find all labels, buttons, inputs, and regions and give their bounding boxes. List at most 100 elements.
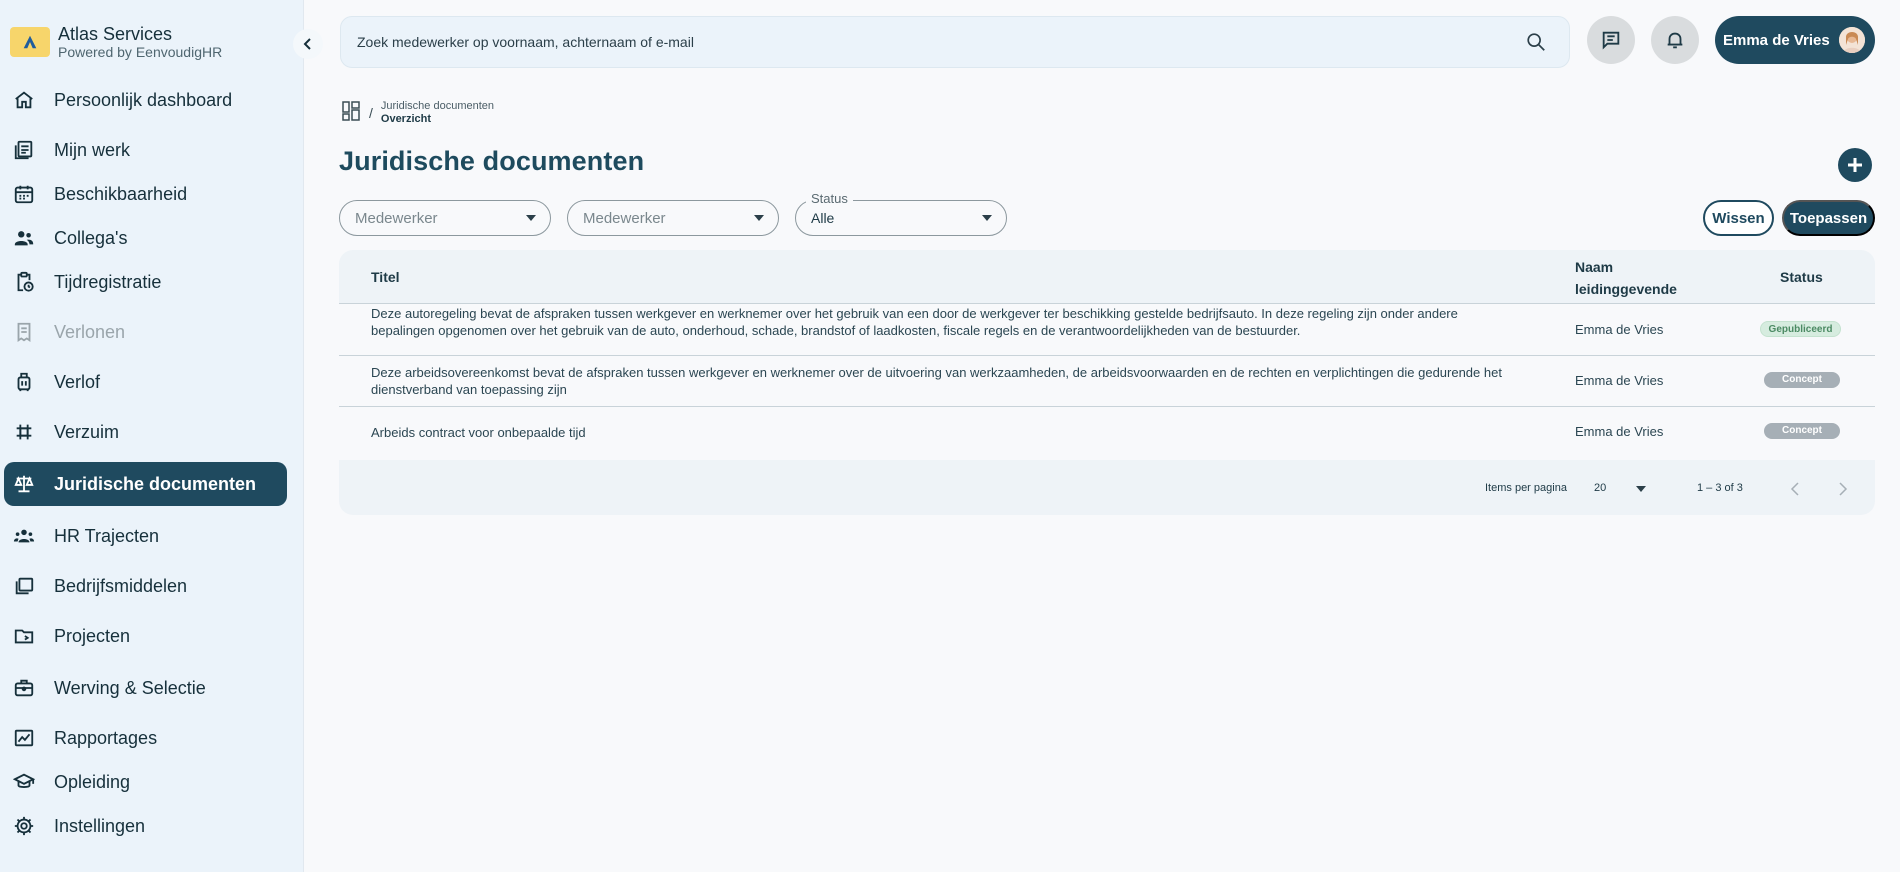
caret-down-icon xyxy=(526,215,536,221)
sidebar-item-dashboard[interactable]: Persoonlijk dashboard xyxy=(4,78,287,122)
chat-icon xyxy=(1602,31,1620,50)
sidebar-item-instellingen[interactable]: Instellingen xyxy=(4,804,287,848)
brand-subtitle: Powered by EenvoudigHR xyxy=(58,44,223,60)
page-size-select[interactable]: 20 xyxy=(1594,482,1606,494)
caret-down-icon xyxy=(754,215,764,221)
sidebar-item-hr-trajecten[interactable]: HR Trajecten xyxy=(4,514,287,558)
folder-icon xyxy=(12,624,36,648)
column-header-title[interactable]: Titel xyxy=(371,269,400,285)
row-leader: Emma de Vries xyxy=(1575,424,1664,439)
chevron-left-icon xyxy=(303,38,311,50)
calendar-icon xyxy=(12,182,36,206)
clear-filters-button[interactable]: Wissen xyxy=(1703,200,1774,236)
sidebar-item-label: Mijn werk xyxy=(54,139,131,160)
page-range: 1 – 3 of 3 xyxy=(1697,482,1743,494)
brand-logo-icon xyxy=(10,27,50,57)
user-menu-button[interactable]: Emma de Vries xyxy=(1715,16,1875,64)
table-row[interactable]: Arbeids contract voor onbepaalde tijd Em… xyxy=(339,407,1875,460)
sidebar: Atlas Services Powered by EenvoudigHR Pe… xyxy=(0,0,304,872)
sidebar-item-label: Werving & Selectie xyxy=(54,677,206,698)
sidebar-item-label: Persoonlijk dashboard xyxy=(54,89,233,110)
dashboard-grid-icon[interactable] xyxy=(342,100,360,126)
sidebar-item-collegas[interactable]: Collega's xyxy=(4,216,287,260)
receipt-icon xyxy=(12,320,36,344)
breadcrumb-separator: / xyxy=(369,105,373,121)
select-placeholder: Medewerker xyxy=(583,209,666,227)
sidebar-item-verlof[interactable]: Verlof xyxy=(4,360,287,404)
caret-down-icon[interactable] xyxy=(1636,486,1646,492)
caret-down-icon xyxy=(982,215,992,221)
gear-icon xyxy=(12,814,36,838)
people-icon xyxy=(12,226,36,250)
sidebar-item-verlonen[interactable]: Verlonen xyxy=(4,310,287,354)
documents-table: Titel Naam leidinggevende Status Deze au… xyxy=(339,250,1875,515)
breadcrumb: / Juridische documenten Overzicht xyxy=(342,100,494,126)
sidebar-item-verzuim[interactable]: Verzuim xyxy=(4,410,287,454)
add-document-button[interactable] xyxy=(1838,148,1872,182)
search-input[interactable] xyxy=(357,34,1525,50)
pagination: Items per pagina 20 1 – 3 of 3 xyxy=(339,461,1875,515)
brand[interactable]: Atlas Services Powered by EenvoudigHR xyxy=(10,24,222,60)
table-row[interactable]: Deze arbeidsovereenkomst bevat de afspra… xyxy=(339,356,1875,407)
table-row[interactable]: Deze autoregeling bevat de afspraken tus… xyxy=(339,304,1875,356)
avatar xyxy=(1838,27,1865,53)
breadcrumb-parent[interactable]: Juridische documenten xyxy=(381,100,494,113)
document-list-icon xyxy=(12,138,36,162)
status-badge: Concept xyxy=(1764,423,1840,439)
sidebar-item-label: Juridische documenten xyxy=(54,473,257,494)
apply-filters-button[interactable]: Toepassen xyxy=(1782,200,1875,236)
sidebar-item-bedrijfsmiddelen[interactable]: Bedrijfsmiddelen xyxy=(4,564,287,608)
plus-icon xyxy=(1848,158,1862,172)
sidebar-item-projecten[interactable]: Projecten xyxy=(4,614,287,658)
sidebar-item-label: Verlof xyxy=(54,371,101,392)
sidebar-item-label: Opleiding xyxy=(54,771,131,792)
sidebar-item-label: Verzuim xyxy=(54,421,120,442)
column-header-leader-line2: leidinggevende xyxy=(1575,281,1677,297)
previous-page-button[interactable] xyxy=(1781,475,1809,503)
sidebar-item-beschikbaarheid[interactable]: Beschikbaarheid xyxy=(4,172,287,216)
search-icon[interactable] xyxy=(1525,31,1547,53)
table-header: Titel Naam leidinggevende Status xyxy=(339,250,1875,304)
home-icon xyxy=(12,88,36,112)
status-filter-select[interactable]: Status Alle xyxy=(795,191,1007,236)
scales-icon xyxy=(12,472,36,496)
messages-button[interactable] xyxy=(1587,16,1635,64)
row-title: Arbeids contract voor onbepaalde tijd xyxy=(371,425,586,440)
sidebar-item-label: Bedrijfsmiddelen xyxy=(54,575,188,596)
graduation-cap-icon xyxy=(12,770,36,794)
sidebar-item-label: Collega's xyxy=(54,227,128,248)
employee-filter-select-2[interactable]: Medewerker xyxy=(567,200,779,236)
chart-icon xyxy=(12,726,36,750)
collapse-sidebar-button[interactable] xyxy=(293,29,323,59)
status-badge: Gepubliceerd xyxy=(1760,321,1841,337)
search-bar[interactable] xyxy=(340,16,1570,68)
items-per-page-label: Items per pagina xyxy=(1485,482,1567,494)
chevron-right-icon xyxy=(1839,482,1848,496)
briefcase-icon xyxy=(12,676,36,700)
notifications-button[interactable] xyxy=(1651,16,1699,64)
clipboard-clock-icon xyxy=(12,270,36,294)
row-title: Deze autoregeling bevat de afspraken tus… xyxy=(371,306,1458,338)
employee-filter-select-1[interactable]: Medewerker xyxy=(339,200,551,236)
sidebar-item-label: Tijdregistratie xyxy=(54,271,162,292)
sidebar-item-juridische-documenten[interactable]: Juridische documenten xyxy=(4,462,287,506)
sidebar-item-rapportages[interactable]: Rapportages xyxy=(4,716,287,760)
column-header-leader[interactable]: Naam leidinggevende xyxy=(1575,256,1677,300)
group-icon xyxy=(12,524,36,548)
sidebar-item-opleiding[interactable]: Opleiding xyxy=(4,760,287,804)
user-name: Emma de Vries xyxy=(1723,31,1830,49)
row-title: Deze arbeidsovereenkomst bevat de afspra… xyxy=(371,365,1502,397)
sidebar-item-werving-selectie[interactable]: Werving & Selectie xyxy=(4,666,287,710)
sidebar-item-label: Verlonen xyxy=(54,321,126,342)
column-header-status[interactable]: Status xyxy=(1780,269,1823,285)
sidebar-item-label: Beschikbaarheid xyxy=(54,183,188,204)
sidebar-item-label: HR Trajecten xyxy=(54,525,160,546)
status-filter-value: Alle xyxy=(811,210,835,226)
sidebar-item-mijn-werk[interactable]: Mijn werk xyxy=(4,128,287,172)
sidebar-item-label: Instellingen xyxy=(54,815,146,836)
breadcrumb-current: Overzicht xyxy=(380,113,432,125)
next-page-button[interactable] xyxy=(1829,475,1857,503)
sidebar-item-tijdregistratie[interactable]: Tijdregistratie xyxy=(4,260,287,304)
sidebar-item-label: Rapportages xyxy=(54,727,158,748)
row-leader: Emma de Vries xyxy=(1575,373,1664,388)
